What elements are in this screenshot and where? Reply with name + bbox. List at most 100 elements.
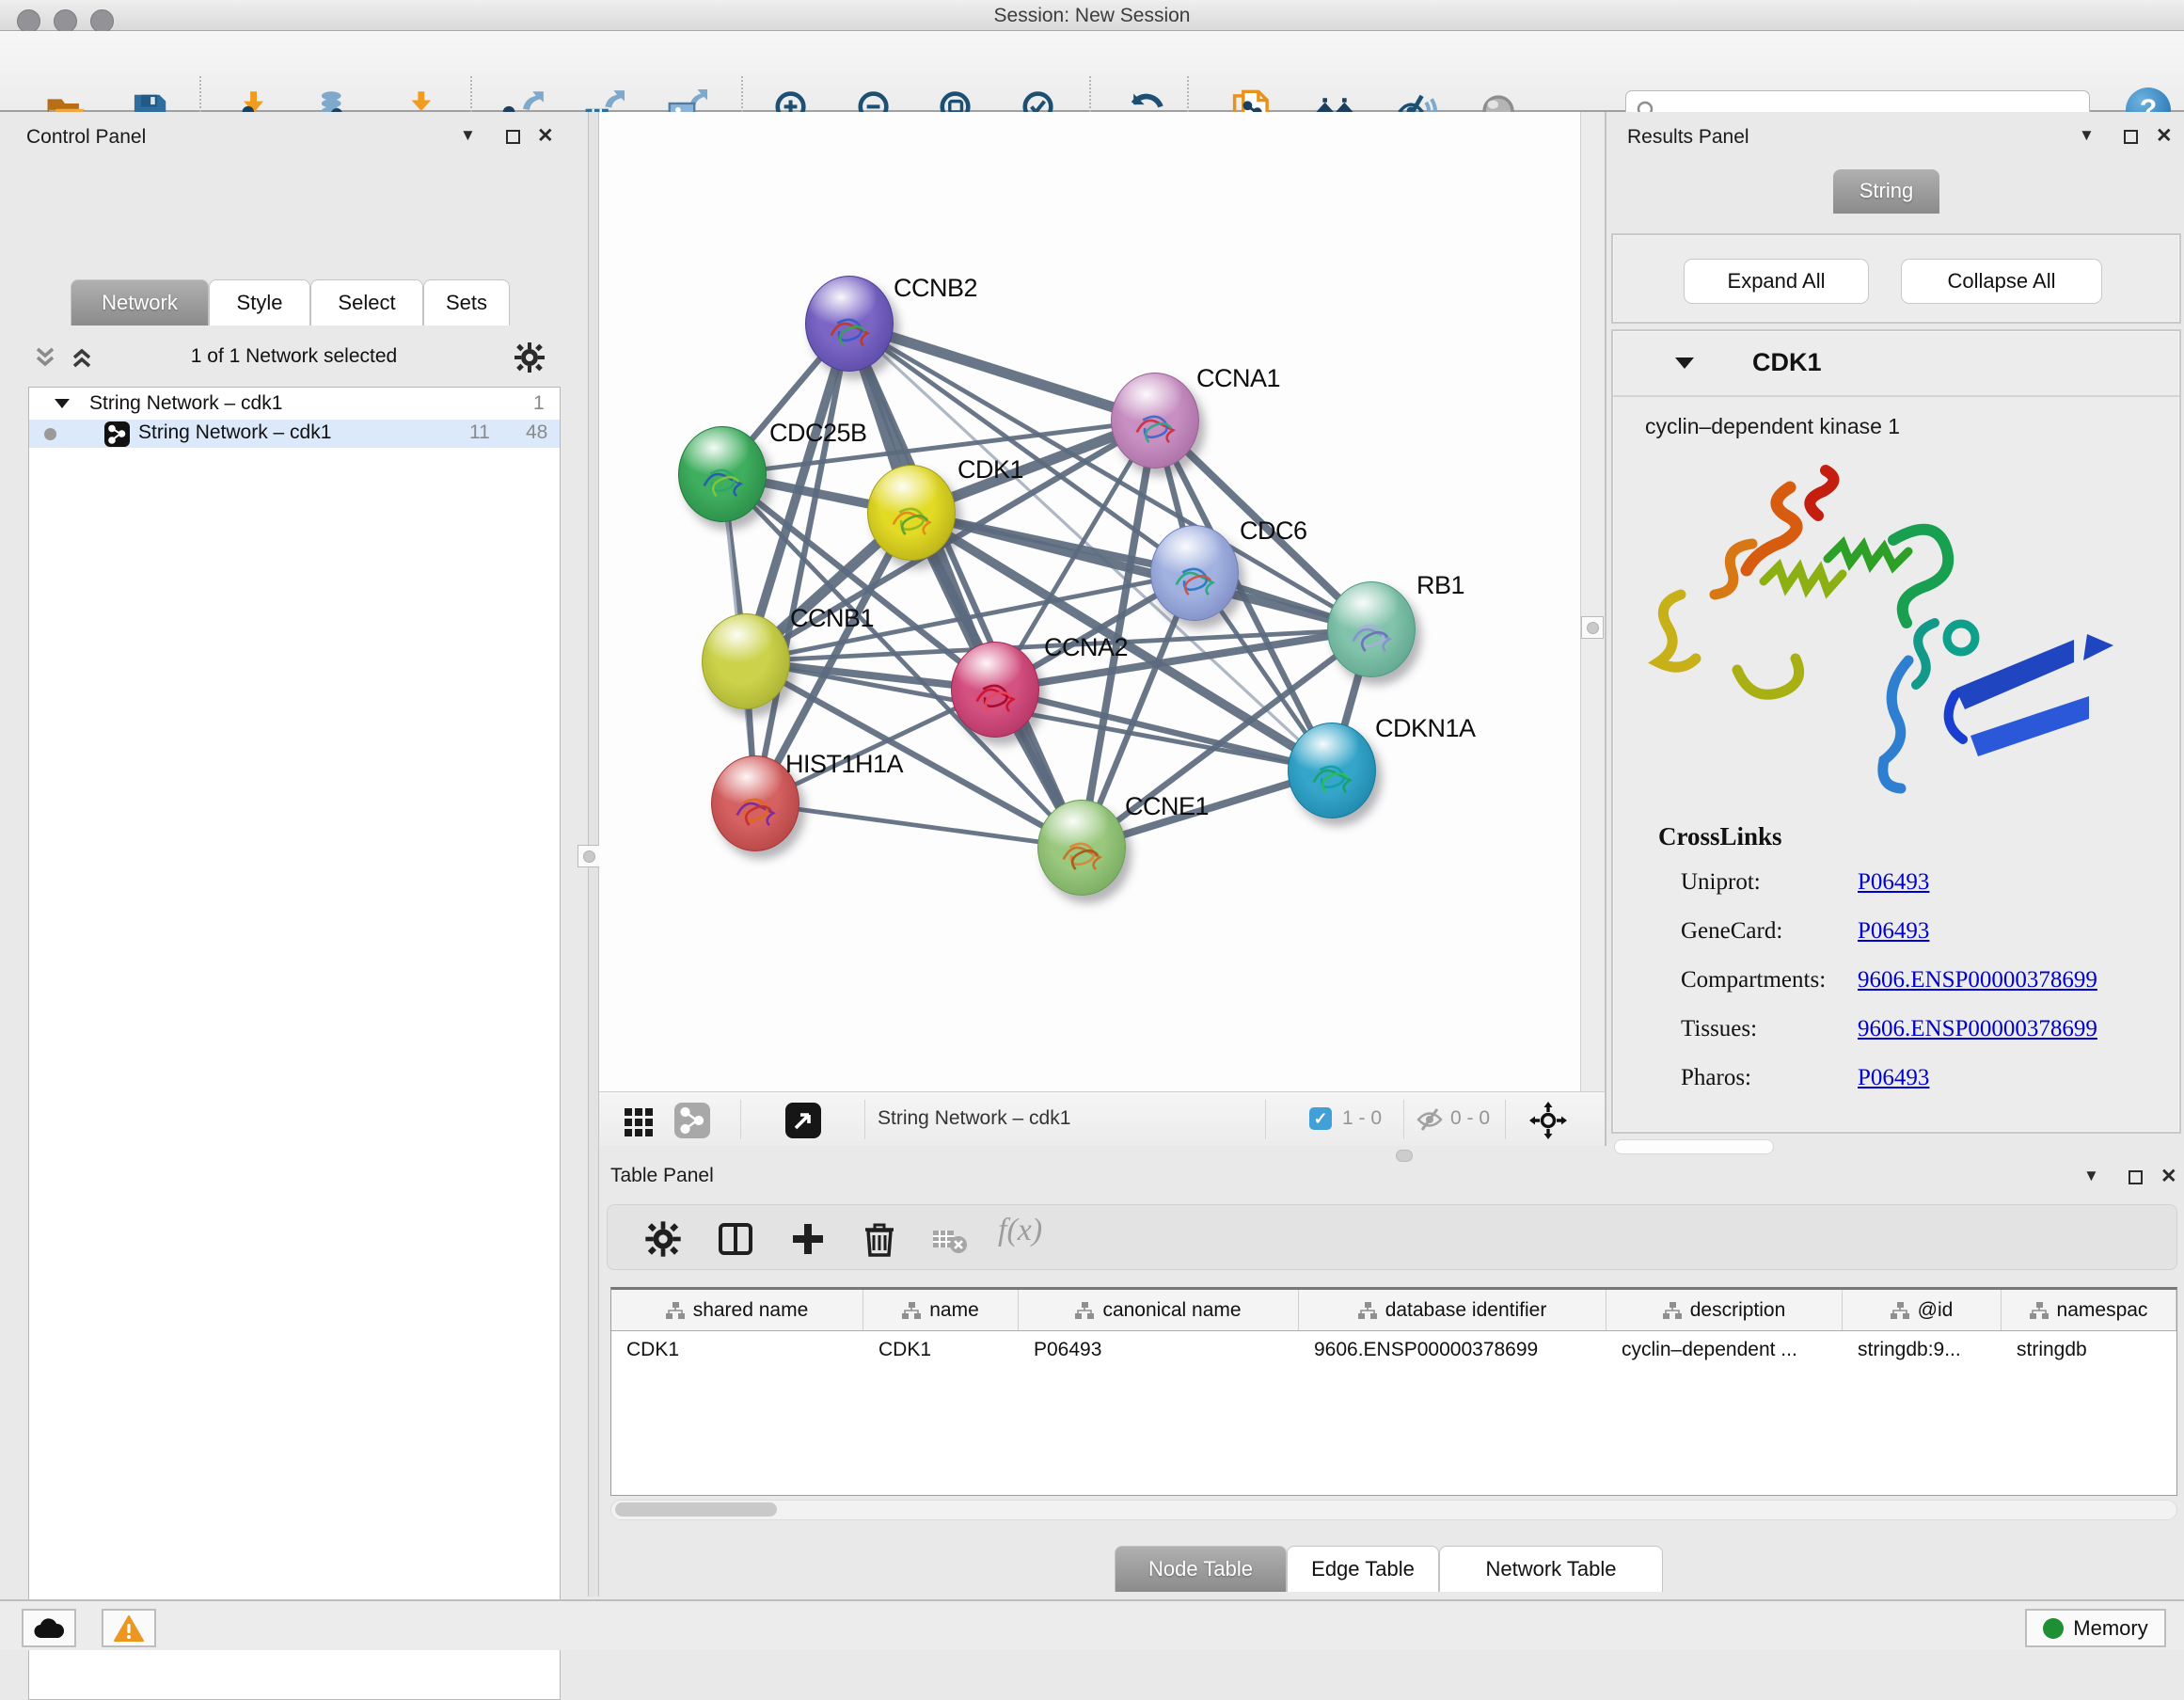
node-table: shared namenamecanonical name database id… bbox=[610, 1287, 2177, 1496]
results-hscrollbar[interactable] bbox=[1614, 1139, 1774, 1154]
crosslinks-heading: CrossLinks bbox=[1658, 822, 1782, 851]
edge-HIST1H1A-CCNE1[interactable] bbox=[755, 803, 1082, 848]
network-edges bbox=[599, 112, 1580, 1091]
node-CDC6[interactable] bbox=[1150, 525, 1239, 621]
node-structure-image bbox=[725, 781, 785, 837]
left-splitter-handle[interactable] bbox=[578, 845, 600, 867]
hidden-count: 0 - 0 bbox=[1450, 1107, 1490, 1130]
section-collapse-icon[interactable] bbox=[1673, 356, 1696, 371]
delete-table-icon[interactable] bbox=[929, 1219, 969, 1259]
selected-count-checkbox-icon[interactable]: ✓ bbox=[1309, 1107, 1332, 1130]
expand-all-button[interactable]: Expand All bbox=[1684, 259, 1869, 304]
column-header-canonical-name[interactable]: canonical name bbox=[1019, 1290, 1299, 1330]
title-bar: Session: New Session bbox=[0, 0, 2184, 31]
table-row[interactable]: CDK1CDK1P064939606.ENSP00000378699cyclin… bbox=[611, 1331, 2176, 1369]
tab-network[interactable]: Network bbox=[71, 279, 209, 326]
panel-menu-icon[interactable]: ▼ bbox=[2083, 1167, 2099, 1185]
node-label-RB1: RB1 bbox=[1416, 571, 1464, 600]
node-CDC25B[interactable] bbox=[678, 426, 767, 522]
panel-menu-icon[interactable]: ▼ bbox=[460, 126, 476, 145]
horizontal-splitter[interactable] bbox=[599, 1146, 2184, 1165]
tab-style[interactable]: Style bbox=[209, 279, 310, 326]
table-cell[interactable]: stringdb bbox=[2002, 1331, 2176, 1369]
cloud-status-button[interactable] bbox=[22, 1609, 76, 1647]
toolbar-separator bbox=[864, 1100, 865, 1139]
tab-sets[interactable]: Sets bbox=[423, 279, 510, 326]
column-header-namespac[interactable]: namespac bbox=[2002, 1290, 2176, 1330]
node-CCNE1[interactable] bbox=[1037, 800, 1126, 896]
crosslink-link[interactable]: P06493 bbox=[1858, 1065, 1929, 1091]
table-hscrollbar[interactable] bbox=[610, 1500, 2177, 1520]
network-row-selected[interactable]: String Network – cdk1 11 48 bbox=[29, 420, 560, 448]
tab-string[interactable]: String bbox=[1833, 169, 1939, 214]
edge-CCNB2-CCNA1[interactable] bbox=[849, 324, 1155, 421]
collapse-all-button[interactable]: Collapse All bbox=[1901, 259, 2102, 304]
table-settings-gear-icon[interactable] bbox=[643, 1219, 683, 1259]
tab-network-table[interactable]: Network Table bbox=[1439, 1546, 1663, 1592]
add-column-icon[interactable] bbox=[788, 1219, 828, 1259]
node-label-CCNE1: CCNE1 bbox=[1125, 792, 1209, 821]
tab-select[interactable]: Select bbox=[310, 279, 423, 326]
node-RB1[interactable] bbox=[1327, 581, 1416, 677]
crosslink-link[interactable]: P06493 bbox=[1858, 918, 1929, 945]
function-builder-icon[interactable]: f(x) bbox=[998, 1213, 1042, 1248]
scrollbar-thumb[interactable] bbox=[615, 1502, 777, 1517]
network-results-splitter[interactable] bbox=[1580, 112, 1605, 1091]
panel-float-icon[interactable] bbox=[2124, 130, 2138, 144]
toolbar-separator bbox=[740, 1100, 741, 1139]
column-type-icon bbox=[1358, 1302, 1377, 1319]
panel-float-icon[interactable] bbox=[506, 130, 520, 144]
network-view-canvas[interactable]: CCNB2CCNA1CDC25BCDK1CDC6RB1CCNB1CCNA2CDK… bbox=[599, 112, 1580, 1091]
pan-move-icon[interactable] bbox=[1528, 1101, 1568, 1140]
column-header-name[interactable]: name bbox=[863, 1290, 1019, 1330]
crosslink-link[interactable]: 9606.ENSP00000378699 bbox=[1858, 967, 2097, 993]
column-header-shared-name[interactable]: shared name bbox=[611, 1290, 863, 1330]
node-label-CDC25B: CDC25B bbox=[769, 419, 867, 448]
table-cell[interactable]: 9606.ENSP00000378699 bbox=[1299, 1331, 1606, 1369]
tab-edge-table[interactable]: Edge Table bbox=[1287, 1546, 1439, 1592]
column-header-database-identifier[interactable]: database identifier bbox=[1299, 1290, 1606, 1330]
column-header--id[interactable]: @id bbox=[1843, 1290, 2002, 1330]
node-structure-image bbox=[1052, 825, 1112, 882]
node-CCNA2[interactable] bbox=[951, 642, 1039, 738]
warning-status-button[interactable] bbox=[102, 1609, 156, 1647]
column-header-description[interactable]: description bbox=[1606, 1290, 1843, 1330]
table-splitter-handle[interactable] bbox=[1396, 1150, 1413, 1162]
crosslink-link[interactable]: P06493 bbox=[1858, 869, 1929, 896]
cdk1-section-header[interactable]: CDK1 bbox=[1613, 331, 2179, 397]
table-cell[interactable]: CDK1 bbox=[863, 1331, 1019, 1369]
panel-float-icon[interactable] bbox=[2129, 1170, 2143, 1184]
node-CCNB2[interactable] bbox=[805, 276, 894, 372]
table-cell[interactable]: CDK1 bbox=[611, 1331, 863, 1369]
node-CCNA1[interactable] bbox=[1111, 373, 1199, 469]
network-overview-icon[interactable] bbox=[674, 1103, 710, 1138]
memory-button[interactable]: Memory bbox=[2025, 1609, 2166, 1647]
tab-node-table[interactable]: Node Table bbox=[1115, 1546, 1287, 1592]
current-network-dot-icon bbox=[44, 428, 56, 440]
panel-close-icon[interactable]: ✕ bbox=[2156, 124, 2173, 148]
panel-close-icon[interactable]: ✕ bbox=[537, 124, 554, 148]
crosslink-label: GeneCard: bbox=[1681, 918, 1782, 944]
node-CCNB1[interactable] bbox=[702, 613, 790, 709]
collection-expander-icon[interactable] bbox=[54, 397, 71, 410]
grid-view-icon[interactable] bbox=[623, 1104, 655, 1136]
node-structure-image bbox=[965, 667, 1025, 723]
show-columns-icon[interactable] bbox=[716, 1219, 755, 1259]
birds-eye-view-icon[interactable] bbox=[785, 1103, 821, 1138]
table-cell[interactable]: cyclin–dependent ... bbox=[1606, 1331, 1843, 1369]
column-header-label: database identifier bbox=[1385, 1299, 1547, 1322]
crosslink-link[interactable]: 9606.ENSP00000378699 bbox=[1858, 1016, 2097, 1042]
network-collection-row[interactable]: String Network – cdk1 1 bbox=[29, 391, 560, 420]
right-splitter-handle[interactable] bbox=[1581, 616, 1604, 639]
panel-menu-icon[interactable]: ▼ bbox=[2079, 126, 2095, 145]
table-cell[interactable]: P06493 bbox=[1019, 1331, 1299, 1369]
delete-column-icon[interactable] bbox=[860, 1219, 899, 1259]
node-CDKN1A[interactable] bbox=[1288, 723, 1376, 818]
warning-icon bbox=[114, 1615, 144, 1642]
table-cell[interactable]: stringdb:9... bbox=[1843, 1331, 2002, 1369]
node-label-CCNA2: CCNA2 bbox=[1044, 633, 1128, 662]
options-gear-icon[interactable] bbox=[513, 341, 546, 374]
column-type-icon bbox=[1663, 1302, 1682, 1319]
panel-close-icon[interactable]: ✕ bbox=[2160, 1165, 2177, 1188]
node-CDK1[interactable] bbox=[867, 465, 956, 561]
